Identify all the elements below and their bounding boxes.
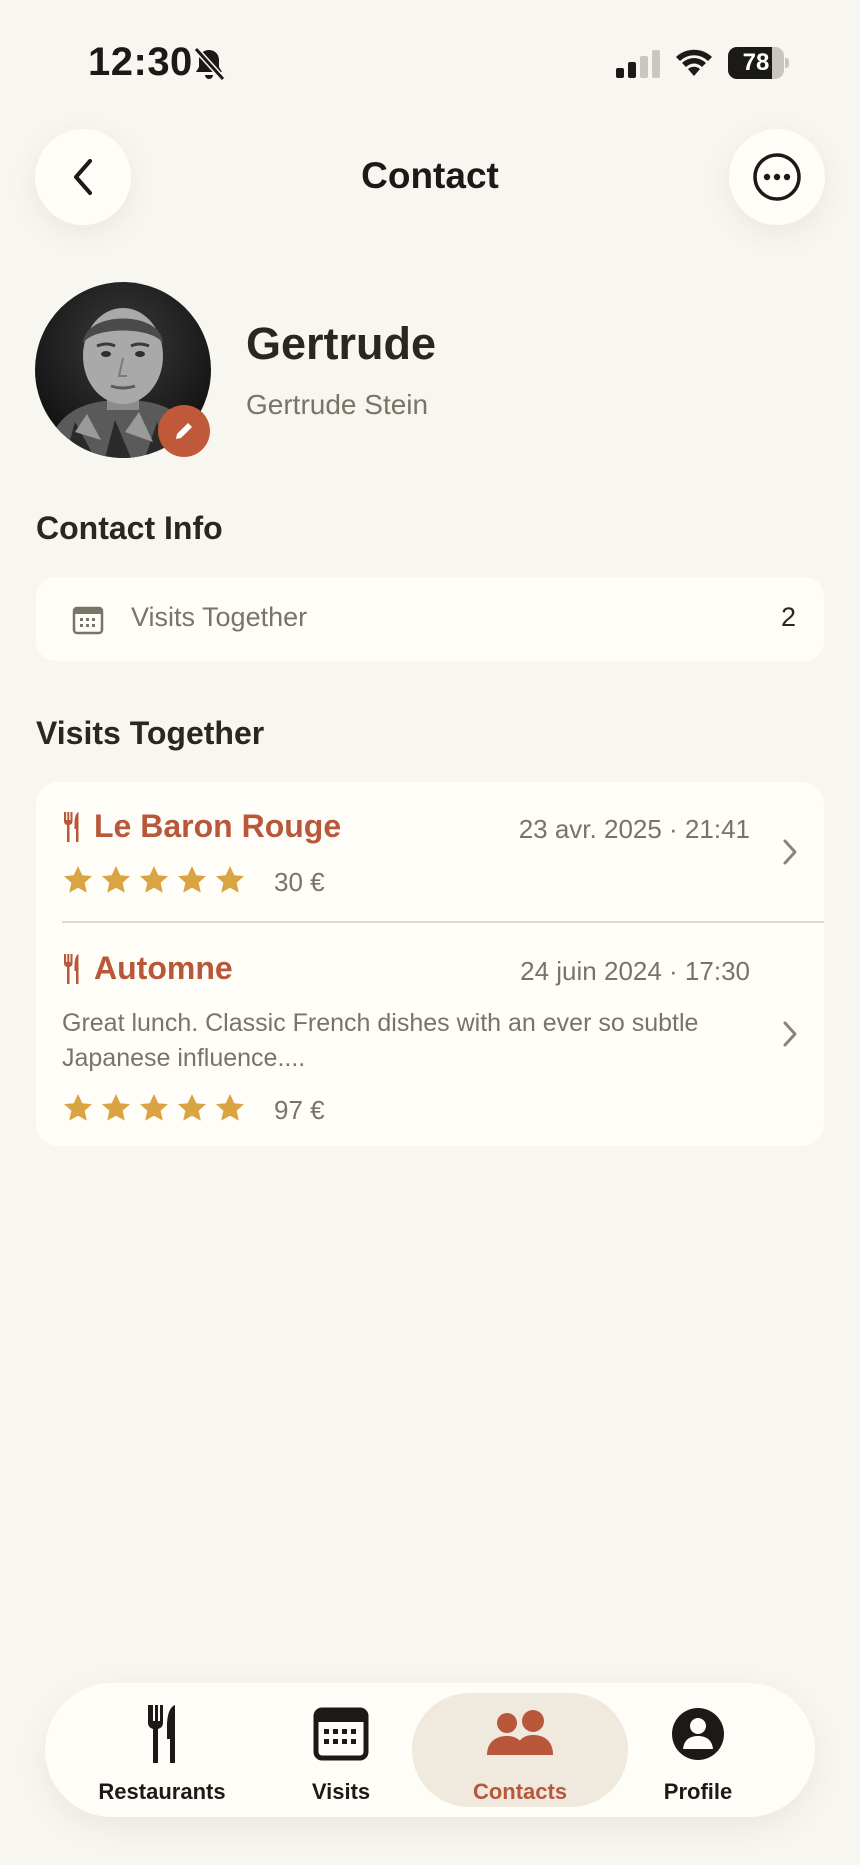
cellular-signal-icon: [616, 50, 660, 78]
contact-info-heading: Contact Info: [36, 510, 223, 546]
tab-bar: Restaurants Visits Contacts Profile: [45, 1683, 815, 1817]
info-label: Visits Together: [131, 602, 308, 632]
visit-restaurant-name: Le Baron Rouge: [94, 808, 342, 844]
star-rating: [62, 864, 246, 896]
tab-contacts[interactable]: Contacts: [412, 1683, 628, 1817]
contact-full-name: Gertrude Stein: [246, 389, 429, 420]
star-icon: [64, 866, 92, 893]
status-bar: 12:30 78: [0, 0, 860, 120]
fork-knife-icon: [63, 954, 79, 984]
star-icon: [140, 866, 168, 893]
visit-restaurant-name: Automne: [94, 950, 233, 986]
calendar-icon: [72, 606, 104, 635]
star-icon: [178, 866, 206, 893]
star-icon: [102, 866, 130, 893]
bell-slash-icon: [193, 46, 226, 82]
star-icon: [216, 866, 244, 893]
tab-restaurants[interactable]: Restaurants: [67, 1683, 257, 1817]
tab-label: Profile: [663, 1779, 733, 1804]
person-circle-icon: [672, 1708, 724, 1760]
battery-percent: 78: [742, 49, 770, 76]
ellipsis-circle-icon: [753, 153, 801, 201]
visit-date: 23 avr. 2025 · 21:41: [518, 814, 750, 844]
star-icon: [64, 1094, 92, 1121]
visits-list: Le Baron Rouge 23 avr. 2025 · 21:41 30 €…: [36, 782, 824, 1146]
edit-photo-button[interactable]: [158, 405, 210, 457]
star-icon: [102, 1094, 130, 1121]
visit-price: 30 €: [274, 867, 325, 897]
tab-visits[interactable]: Visits: [246, 1683, 436, 1817]
fork-knife-icon: [63, 812, 79, 842]
tab-label: Contacts: [472, 1779, 568, 1804]
visit-row[interactable]: Automne 24 juin 2024 · 17:30 Great lunch…: [36, 922, 824, 1146]
tab-label: Visits: [311, 1779, 371, 1804]
contact-nickname: Gertrude: [246, 318, 437, 369]
people-icon: [487, 1710, 553, 1755]
star-icon: [140, 1094, 168, 1121]
chevron-right-icon: [783, 1021, 797, 1047]
visit-note: Great lunch. Classic French dishes with …: [62, 1009, 699, 1072]
star-icon: [216, 1094, 244, 1121]
tab-label: Restaurants: [98, 1779, 226, 1804]
visit-date: 24 juin 2024 · 17:30: [520, 956, 750, 986]
tab-profile[interactable]: Profile: [603, 1683, 793, 1817]
wifi-icon: [676, 49, 712, 76]
visit-row[interactable]: Le Baron Rouge 23 avr. 2025 · 21:41 30 €: [36, 782, 824, 922]
status-time: 12:30: [88, 40, 193, 84]
visits-together-heading: Visits Together: [36, 715, 265, 751]
battery-indicator: 78: [728, 47, 789, 79]
visits-together-info-row: Visits Together 2: [36, 577, 824, 661]
info-value: 2: [780, 602, 796, 632]
fork-knife-icon: [147, 1705, 175, 1763]
visit-price: 97 €: [274, 1095, 325, 1125]
more-options-button[interactable]: [729, 129, 825, 225]
chevron-right-icon: [783, 839, 797, 865]
pencil-icon: [176, 423, 192, 439]
star-icon: [178, 1094, 206, 1121]
calendar-icon: [313, 1707, 369, 1761]
star-rating: [62, 1092, 246, 1124]
